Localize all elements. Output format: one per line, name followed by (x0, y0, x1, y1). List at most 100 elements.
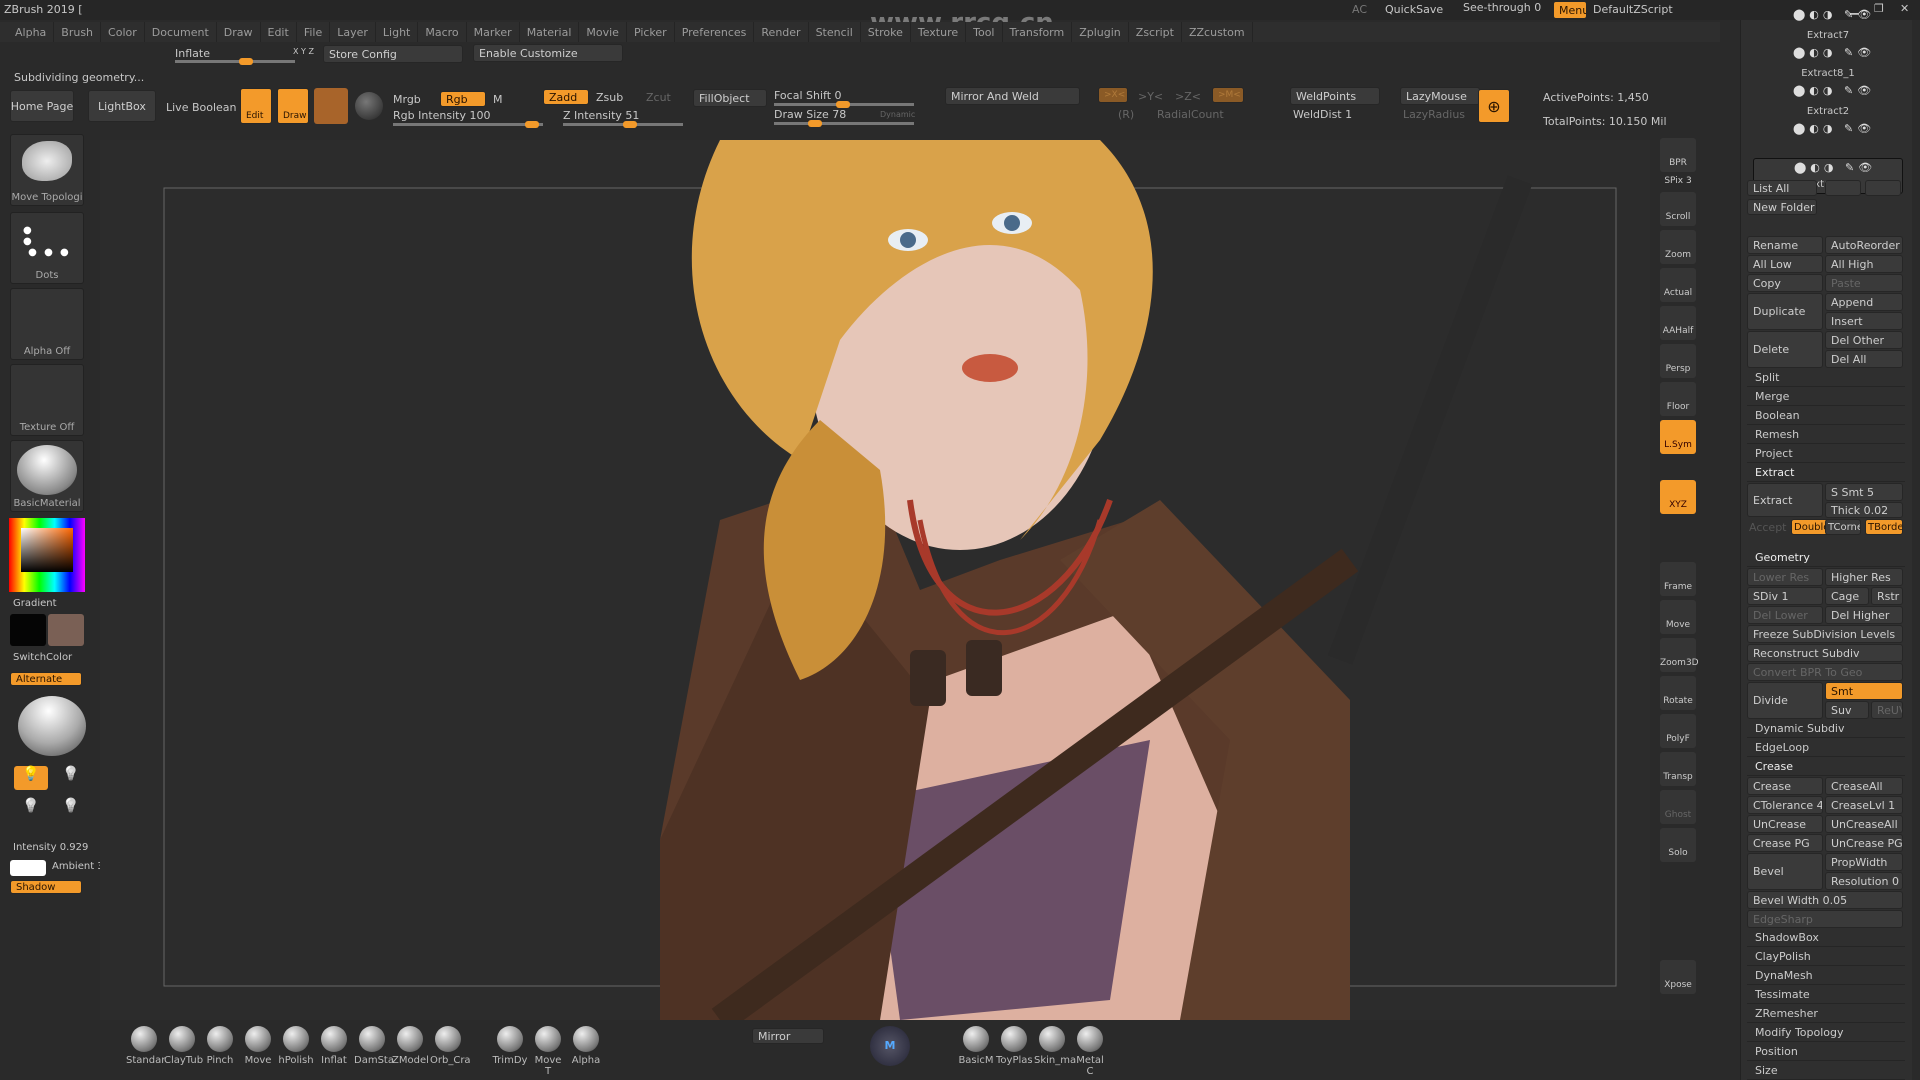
brush-thumb[interactable]: Inflat (316, 1026, 352, 1077)
copy-button[interactable]: Copy (1747, 274, 1823, 292)
subtool-toggles[interactable]: ⬤◐◑ ✎👁 (1793, 46, 1875, 59)
z-intensity-slider[interactable] (563, 121, 683, 128)
menu-draw[interactable]: Draw (217, 22, 261, 42)
main-color-swatch[interactable] (10, 614, 46, 646)
extract-section-header[interactable]: Extract (1747, 464, 1905, 482)
gradient-label[interactable]: Gradient (13, 598, 57, 609)
lightbox-button[interactable]: LightBox (88, 90, 156, 122)
dellower-button[interactable]: Del Lower (1747, 606, 1823, 624)
rgb-button[interactable]: Rgb (440, 91, 486, 107)
menu-macro[interactable]: Macro (418, 22, 467, 42)
draw-size-slider[interactable] (774, 120, 914, 127)
intensity-slider[interactable]: Intensity 0.929 (13, 842, 88, 853)
shelf-bpr[interactable]: BPR (1660, 138, 1696, 172)
uncrease-button[interactable]: UnCrease (1747, 815, 1823, 833)
brush-thumb[interactable]: TrimDy (492, 1026, 528, 1077)
dynamic-button[interactable]: Dynamic (880, 110, 915, 119)
insert-button[interactable]: Insert (1825, 312, 1903, 330)
menu-size[interactable]: Size (1747, 1062, 1905, 1080)
material-thumb[interactable]: Metal C (1072, 1026, 1108, 1077)
menu-stroke[interactable]: Stroke (861, 22, 911, 42)
canvas[interactable] (100, 140, 1650, 1032)
shelf-floor[interactable]: Floor (1660, 382, 1696, 416)
brush-thumb[interactable]: Alpha (568, 1026, 604, 1077)
mrgb-button[interactable]: Mrgb (393, 93, 421, 106)
shelf-aahalf[interactable]: AAHalf (1660, 306, 1696, 340)
menu-merge[interactable]: Merge (1747, 388, 1905, 406)
menu-stencil[interactable]: Stencil (809, 22, 861, 42)
shelf-rotate-axis[interactable] (1660, 458, 1696, 476)
reconstruct-button[interactable]: Reconstruct Subdiv (1747, 644, 1903, 662)
tcorner-button[interactable]: TCorne (1825, 519, 1861, 535)
secondary-color-swatch[interactable] (48, 614, 84, 646)
xpose-button[interactable]: Xpose (1660, 960, 1696, 994)
lazymouse-button[interactable]: LazyMouse (1400, 87, 1480, 105)
menu-marker[interactable]: Marker (467, 22, 520, 42)
shelf-solo[interactable]: Solo (1660, 828, 1696, 862)
sdiv-button[interactable]: SDiv 1 (1747, 587, 1823, 605)
move-mode-button[interactable] (314, 88, 348, 124)
lower-res-button[interactable]: Lower Res (1747, 568, 1823, 586)
subtool-toggles[interactable]: ⬤◐◑ ✎👁 (1793, 122, 1875, 135)
menu-zscript[interactable]: Zscript (1129, 22, 1182, 42)
brush-thumb[interactable]: Move (240, 1026, 276, 1077)
menu-transform[interactable]: Transform (1003, 22, 1073, 42)
menu-document[interactable]: Document (145, 22, 217, 42)
extract-button[interactable]: Extract (1747, 483, 1823, 517)
edit-button[interactable]: Edit (240, 88, 272, 124)
mirror-and-weld-button[interactable]: Mirror And Weld (945, 87, 1080, 105)
divide-button[interactable]: Divide (1747, 682, 1823, 719)
rename-button[interactable]: Rename (1747, 236, 1823, 254)
mirror-button[interactable]: Mirror (752, 1028, 824, 1044)
duplicate-button[interactable]: Duplicate (1747, 293, 1823, 330)
arrow-down-icon[interactable] (1865, 180, 1901, 196)
default-zscript[interactable]: DefaultZScript (1593, 3, 1673, 16)
shelf-transp[interactable]: Transp (1660, 752, 1696, 786)
edgeloop[interactable]: EdgeLoop (1747, 739, 1905, 757)
brush-thumb[interactable]: Pinch (202, 1026, 238, 1077)
dynamic-subdiv[interactable]: Dynamic Subdiv (1747, 720, 1905, 738)
menu-dynamesh[interactable]: DynaMesh (1747, 967, 1905, 985)
subtool-toggles[interactable]: ⬤◐◑ ✎👁 (1793, 84, 1875, 97)
paste-button[interactable]: Paste (1825, 274, 1903, 292)
brush-thumb[interactable]: ClayTub (164, 1026, 203, 1077)
focal-shift-slider[interactable] (774, 101, 914, 108)
menu-brush[interactable]: Brush (54, 22, 102, 42)
enable-customize-button[interactable]: Enable Customize (473, 44, 623, 62)
delother-button[interactable]: Del Other (1825, 331, 1903, 349)
menu-edit[interactable]: Edit (261, 22, 297, 42)
shelf-scroll[interactable]: Scroll (1660, 192, 1696, 226)
delall-button[interactable]: Del All (1825, 350, 1903, 368)
menu-movie[interactable]: Movie (579, 22, 627, 42)
freeze-button[interactable]: Freeze SubDivision Levels (1747, 625, 1903, 643)
menu-color[interactable]: Color (101, 22, 145, 42)
radial-r-button[interactable]: (R) (1118, 108, 1134, 121)
brush-thumb[interactable]: Move T (530, 1026, 566, 1077)
ssmt-button[interactable]: S Smt 5 (1825, 483, 1903, 501)
ambient-slider[interactable]: Ambient 3 (52, 861, 104, 872)
alternate-button[interactable]: Alternate (10, 672, 82, 686)
resolution-button[interactable]: Resolution 0 (1825, 872, 1903, 890)
menu-light[interactable]: Light (376, 22, 419, 42)
menus-button[interactable]: Menus (1553, 1, 1587, 19)
menu-preferences[interactable]: Preferences (675, 22, 755, 42)
bevel-button[interactable]: Bevel (1747, 853, 1823, 890)
shelf-rotate-axis[interactable] (1660, 540, 1696, 558)
sym-x-button[interactable]: >X< (1098, 87, 1128, 103)
shelf-ghost[interactable]: Ghost (1660, 790, 1696, 824)
brush-thumb[interactable]: Orb_Cra (430, 1026, 471, 1077)
brush-thumb[interactable]: ZModel (392, 1026, 429, 1077)
brush-thumb[interactable]: DamSta (354, 1026, 394, 1077)
shelf-l-sym[interactable]: L.Sym (1660, 420, 1696, 454)
append-button[interactable]: Append (1825, 293, 1903, 311)
sym-z-button[interactable]: >Z< (1175, 90, 1201, 103)
light-sphere[interactable] (18, 696, 86, 756)
menu-shadowbox[interactable]: ShadowBox (1747, 929, 1905, 947)
menu-claypolish[interactable]: ClayPolish (1747, 948, 1905, 966)
menu-remesh[interactable]: Remesh (1747, 426, 1905, 444)
list-all-button[interactable]: List All (1747, 180, 1817, 196)
radial-count-slider[interactable]: RadialCount (1157, 108, 1224, 121)
shelf-frame[interactable]: Frame (1660, 562, 1696, 596)
shelf-spix-3[interactable]: SPix 3 (1660, 176, 1696, 188)
shadow-button[interactable]: Shadow (10, 880, 82, 894)
